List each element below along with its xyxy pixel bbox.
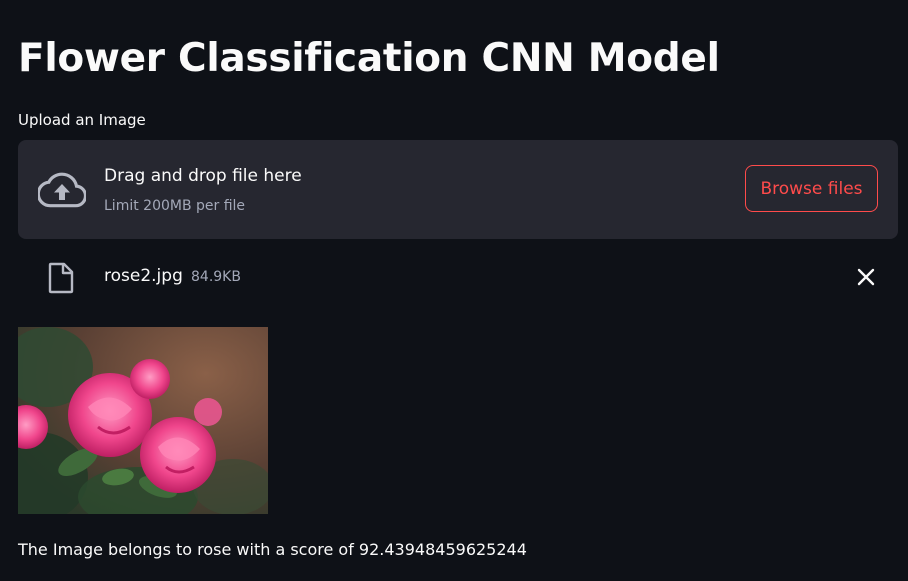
uploaded-flower-image — [18, 327, 268, 514]
prediction-result: The Image belongs to rose with a score o… — [18, 540, 527, 559]
page-title: Flower Classification CNN Model — [18, 36, 720, 81]
uploaded-file-row: rose2.jpg 84.9KB — [18, 255, 898, 299]
file-dropzone[interactable]: Drag and drop file here Limit 200MB per … — [18, 140, 898, 239]
dropzone-instructions: Drag and drop file here — [104, 166, 302, 186]
file-name: rose2.jpg — [104, 266, 183, 286]
dropzone-limit: Limit 200MB per file — [104, 198, 246, 214]
file-size: 84.9KB — [191, 269, 241, 285]
file-icon — [48, 262, 74, 294]
app-page: Flower Classification CNN Model Upload a… — [0, 0, 908, 581]
cloud-upload-icon — [38, 172, 86, 208]
upload-label: Upload an Image — [18, 111, 146, 129]
close-icon[interactable] — [856, 267, 876, 287]
browse-files-button[interactable]: Browse files — [745, 165, 878, 212]
